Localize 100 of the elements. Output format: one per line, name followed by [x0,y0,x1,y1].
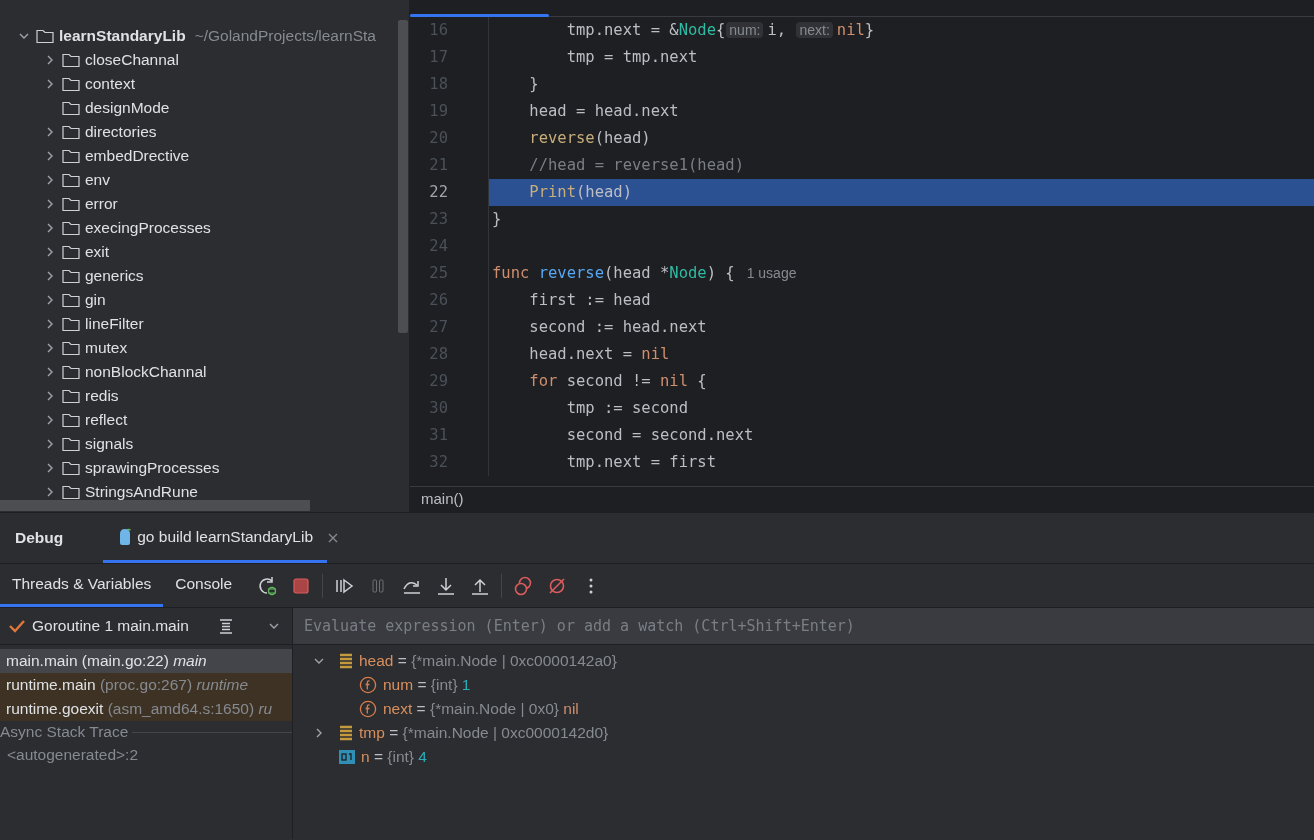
code-text: nil} [836,21,875,39]
rerun-icon [256,574,279,597]
list-icon[interactable] [218,618,234,634]
folder-icon [62,148,80,164]
folder-icon [62,76,80,92]
folder-icon [62,484,80,500]
variable-text: head = {*main.Node | 0xc0000142a0} [359,651,617,672]
code-line: tmp := second [566,399,688,417]
struct-icon [339,725,353,741]
code-line: head.next = nil [529,345,670,363]
tree-item[interactable]: gin [0,288,409,312]
tree-item[interactable]: reflect [0,408,409,432]
stack-frame[interactable]: <autogenerated>:2 [0,743,292,767]
panel-tab[interactable]: Console [163,564,245,607]
variable-row[interactable]: next = {*main.Node | 0x0} nil [293,697,1314,721]
breadcrumb[interactable]: main() [421,488,464,511]
tree-item[interactable]: embedDrective [0,144,409,168]
folder-icon [62,196,80,212]
field-icon [359,676,377,694]
goroutine-label: Goroutine 1 main.main [32,616,189,637]
tree-item[interactable]: context [0,72,409,96]
folder-icon [62,172,80,188]
tree-item[interactable]: execingProcesses [0,216,409,240]
folder-icon [62,124,80,140]
tree-item[interactable]: nonBlockChannal [0,360,409,384]
folder-name: sprawingProcesses [85,458,220,479]
tree-item[interactable]: error [0,192,409,216]
code-line: for second != nil { [529,372,707,390]
folder-name: lineFilter [85,314,144,335]
folder-name: redis [85,386,119,407]
folder-path: ~/GolandProjects/learnSta [194,26,376,47]
variable-row[interactable]: tmp = {*main.Node | 0xc0000142d0} [293,721,1314,745]
folder-name: env [85,170,110,191]
variable-text: n = {int} 4 [361,747,427,768]
code-line: } [529,75,539,93]
folder-icon [36,28,54,44]
line-number: 22 [428,181,449,203]
scrollbar-thumb[interactable] [0,500,310,511]
tree-item[interactable]: generics [0,264,409,288]
folder-name: learnStandaryLib [59,26,186,47]
folder-icon [62,52,80,68]
code-text: i, [767,21,788,39]
variable-row[interactable]: num = {int} 1 [293,673,1314,697]
variable-row[interactable]: head = {*main.Node | 0xc0000142a0} [293,649,1314,673]
folder-icon [62,268,80,284]
tree-item[interactable]: mutex [0,336,409,360]
run-tab[interactable]: go build learnStandaryLib [103,513,327,563]
panel-tab[interactable]: Threads & Variables [0,564,164,607]
field-icon [359,700,377,718]
folder-icon [62,412,80,428]
folder-icon [62,340,80,356]
folder-name: reflect [85,410,128,431]
variable-text: next = {*main.Node | 0x0} nil [383,699,579,720]
folder-name: generics [85,266,144,287]
struct-icon [339,653,353,669]
folder-name: error [85,194,118,215]
code-text: func reverse(head *Node) { [492,264,735,282]
tree-item[interactable]: learnStandaryLib ~/GolandProjects/learnSta [0,24,409,48]
folder-icon [62,244,80,260]
folder-icon [62,364,80,380]
tree-item[interactable]: lineFilter [0,312,409,336]
code-line: tmp = tmp.next [566,48,698,66]
tree-item[interactable]: StringsAndRune [0,480,409,504]
expression-field[interactable]: Evaluate expression (Enter) or add a watch (Ctrl+Shift+Enter) [293,608,1314,645]
close-icon[interactable] [327,532,339,544]
stack-frame[interactable]: main.main (main.go:22) main [0,649,292,673]
tree-item[interactable]: signals [0,432,409,456]
usage-hint[interactable]: 1 usage [746,265,797,281]
code-line: second := head.next [529,318,707,336]
panel-title: Debug [15,528,64,549]
stack-frame[interactable]: runtime.goexit (asm_amd64.s:1650) ru [0,697,292,721]
folder-name: exit [85,242,110,263]
folder-icon [62,460,80,476]
tree-item[interactable]: exit [0,240,409,264]
code-line: second = second.next [566,426,754,444]
folder-icon [62,388,80,404]
folder-icon [62,436,80,452]
tree-item[interactable]: closeChannal [0,48,409,72]
folder-name: designMode [85,98,170,119]
folder-name: closeChannal [85,50,179,71]
tree-item[interactable]: sprawingProcesses [0,456,409,480]
folder-icon [62,100,80,116]
tree-item[interactable]: designMode [0,96,409,120]
code-line: first := head [529,291,651,309]
variable-text: tmp = {*main.Node | 0xc0000142d0} [359,723,609,744]
folder-name: gin [85,290,106,311]
scrollbar-thumb[interactable] [398,20,408,333]
goroutine-selector[interactable]: Goroutine 1 main.main [0,608,292,645]
variable-text: num = {int} 1 [383,675,471,696]
file-type-icon [117,527,134,546]
tree-item[interactable]: env [0,168,409,192]
stack-frame[interactable]: runtime.main (proc.go:267) runtime [0,673,292,697]
code-line: tmp.next = first [566,453,716,471]
tree-item[interactable]: redis [0,384,409,408]
variable-row[interactable]: n = {int} 4 [293,745,1314,769]
check-icon [8,618,26,634]
number-icon [339,750,355,764]
code-text: tmp.next = &Node{ [566,21,726,39]
folder-name: signals [85,434,134,455]
tree-item[interactable]: directories [0,120,409,144]
